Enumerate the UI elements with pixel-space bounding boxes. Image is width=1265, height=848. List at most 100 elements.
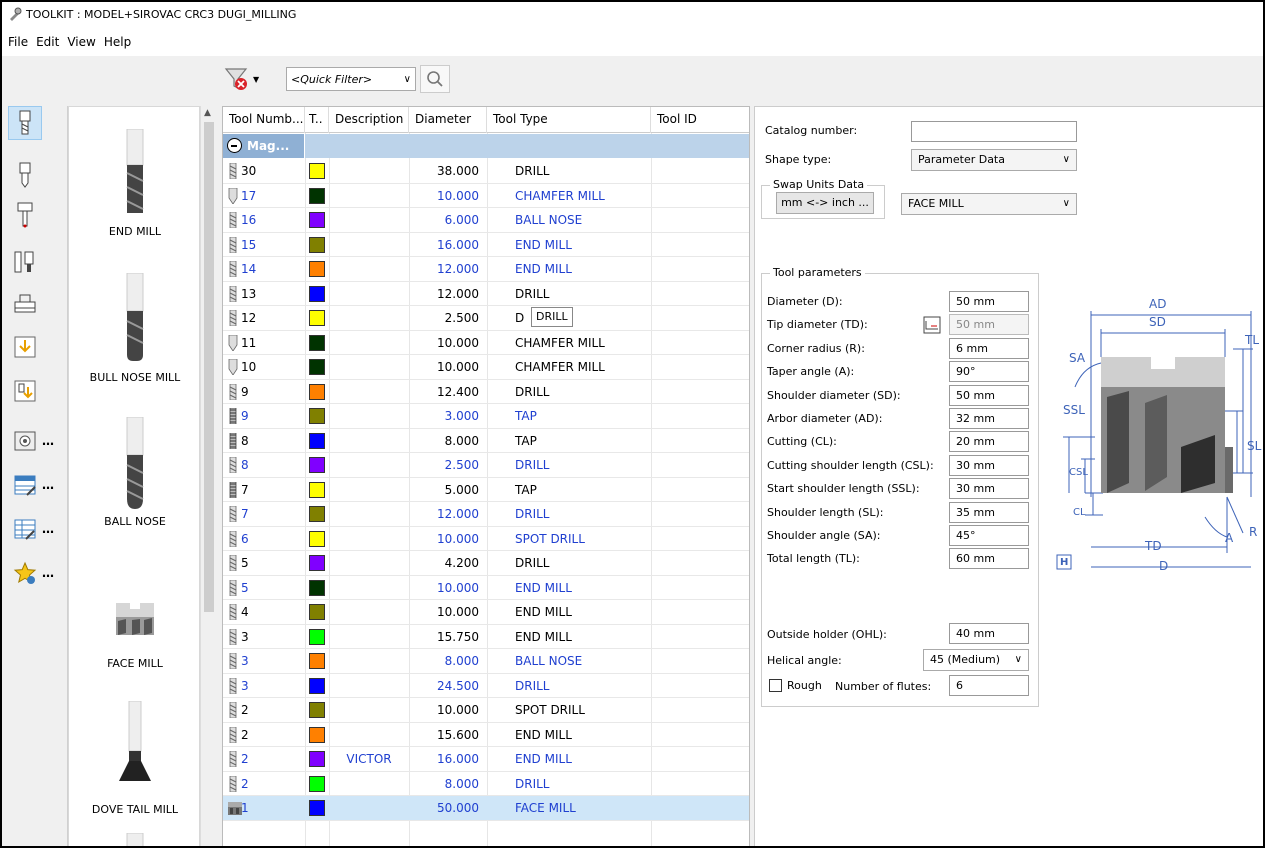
diameter-cell: 2.500 — [444, 311, 479, 325]
dove-tail-thumbnail[interactable] — [69, 700, 199, 788]
menu-edit[interactable]: Edit — [36, 35, 59, 49]
diameter-cell: 16.000 — [437, 237, 479, 252]
table-row[interactable]: 2 10.000 SPOT DRILL — [223, 698, 749, 723]
table-edit-button[interactable]: … — [12, 516, 54, 542]
scroll-thumb[interactable] — [204, 122, 214, 612]
drill-tool-icon — [227, 530, 239, 547]
table-row[interactable]: 9 12.400 DRILL — [223, 380, 749, 404]
table-row[interactable]: 7 5.000 TAP — [223, 478, 749, 502]
table-row[interactable]: 5 10.000 END MILL — [223, 576, 749, 600]
category-tap-button[interactable] — [12, 202, 38, 228]
menu-view[interactable]: View — [67, 35, 95, 49]
column-header-description[interactable]: Description — [329, 107, 409, 133]
table-row[interactable]: 3 24.500 DRILL — [223, 674, 749, 698]
favorites-button[interactable]: … — [12, 560, 54, 586]
table-row[interactable]: 14 12.000 END MILL — [223, 257, 749, 282]
chevron-down-icon: ∨ — [1062, 154, 1070, 165]
table-row[interactable]: 1 50.000 FACE MILL — [223, 796, 749, 821]
swap-units-button[interactable]: mm <-> inch ... — [776, 192, 874, 214]
table-row[interactable]: 30 38.000 DRILL — [223, 159, 749, 184]
helical-angle-select[interactable]: 45 (Medium) ∨ — [923, 649, 1029, 671]
table-row[interactable]: 15 16.000 END MILL — [223, 233, 749, 257]
parameter-input[interactable]: 50 mm — [949, 384, 1029, 406]
table-row[interactable]: 2 15.600 END MILL — [223, 723, 749, 747]
shape-type-select[interactable]: Parameter Data ∨ — [911, 149, 1077, 171]
table-row[interactable]: 16 6.000 BALL NOSE — [223, 208, 749, 233]
category-assembly-button[interactable] — [12, 290, 38, 316]
clear-filter-button[interactable]: ▼ — [224, 66, 264, 92]
table-row[interactable]: 11 10.000 CHAMFER MILL — [223, 331, 749, 355]
tool-type-cell: DRILL — [515, 776, 550, 791]
menu-file[interactable]: File — [8, 35, 28, 49]
outside-holder-input[interactable]: 40 mm — [949, 623, 1029, 644]
table-row[interactable]: 10 10.000 CHAMFER MILL — [223, 355, 749, 380]
category-mill-button[interactable] — [8, 106, 42, 140]
column-header-tool-type[interactable]: Tool Type — [487, 107, 651, 133]
column-header-tool-id[interactable]: Tool ID — [651, 107, 749, 133]
tool-number-cell: 1 — [223, 796, 305, 820]
table-row[interactable]: 6 10.000 SPOT DRILL — [223, 527, 749, 551]
tool-number-cell: 3 — [223, 625, 305, 649]
table-row[interactable]: 9 3.000 TAP — [223, 404, 749, 429]
table-row[interactable]: 4 10.000 END MILL — [223, 600, 749, 625]
drill-tool-icon — [227, 383, 239, 400]
table-row[interactable]: 8 2.500 DRILL — [223, 453, 749, 478]
parameter-input[interactable]: 50 mm — [949, 291, 1029, 312]
column-header-diameter[interactable]: Diameter — [409, 107, 487, 133]
table-row[interactable]: 17 10.000 CHAMFER MILL — [223, 184, 749, 208]
face-mill-thumbnail[interactable] — [69, 603, 199, 642]
next-shape-thumbnail[interactable] — [69, 832, 199, 846]
parameter-input[interactable]: 32 mm — [949, 408, 1029, 429]
import-tool-button[interactable] — [12, 334, 38, 360]
parameter-input[interactable]: 20 mm — [949, 431, 1029, 453]
parameter-input[interactable]: 90° — [949, 361, 1029, 383]
category-holder-button[interactable] — [12, 250, 38, 276]
group-label[interactable]: Mag... — [223, 134, 305, 158]
parameter-input[interactable]: 45° — [949, 525, 1029, 546]
holder-toggle-icon[interactable]: H — [1060, 557, 1068, 568]
magazine-group-row[interactable]: Mag... — [223, 134, 749, 158]
column-header-tool-number[interactable]: Tool Numb... — [223, 107, 305, 133]
tip-diameter-toggle-icon[interactable] — [923, 316, 941, 337]
table-row[interactable]: 3 15.750 END MILL — [223, 625, 749, 649]
parameter-input[interactable]: 35 mm — [949, 501, 1029, 523]
search-button[interactable] — [420, 65, 450, 93]
description-cell — [329, 453, 409, 477]
parameter-input[interactable]: 30 mm — [949, 478, 1029, 500]
tool-type-select[interactable]: FACE MILL ∨ — [901, 193, 1077, 215]
parameter-input[interactable]: 50 mm — [949, 314, 1029, 336]
shape-list-scrollbar[interactable]: ▲ — [200, 106, 216, 846]
table-row[interactable]: 5 4.200 DRILL — [223, 551, 749, 576]
catalog-number-input[interactable] — [911, 121, 1077, 142]
table-row[interactable]: 3 8.000 BALL NOSE — [223, 649, 749, 674]
quick-filter-select[interactable]: <Quick Filter> ∨ — [286, 67, 416, 91]
table-row[interactable]: 7 12.000 DRILL — [223, 502, 749, 527]
table-row[interactable]: 8 8.000 TAP — [223, 429, 749, 453]
table-row[interactable]: 2 8.000 DRILL — [223, 772, 749, 796]
tool-color-cell — [305, 355, 329, 379]
description-cell — [329, 698, 409, 722]
tool-number-cell: 4 — [223, 600, 305, 624]
menu-help[interactable]: Help — [104, 35, 131, 49]
scroll-up-icon[interactable]: ▲ — [204, 108, 211, 118]
diameter-cell: 10.000 — [437, 703, 479, 717]
category-drill-button[interactable] — [12, 162, 38, 188]
bull-nose-thumbnail[interactable] — [69, 272, 199, 366]
rough-checkbox[interactable] — [769, 679, 782, 692]
diameter-cell: 8.000 — [444, 654, 479, 668]
table-row[interactable]: 12 2.500 D — [223, 306, 749, 331]
parameter-input[interactable]: 30 mm — [949, 454, 1029, 476]
number-of-flutes-input[interactable]: 6 — [949, 675, 1029, 696]
edit-library-button[interactable]: … — [12, 472, 54, 498]
collapse-group-icon[interactable] — [227, 138, 242, 153]
machine-settings-button[interactable]: … — [12, 428, 54, 454]
parameter-input[interactable]: 6 mm — [949, 337, 1029, 359]
end-mill-thumbnail[interactable] — [69, 128, 199, 220]
table-row[interactable]: 13 12.000 DRILL — [223, 282, 749, 306]
tool-number-cell: 13 — [223, 282, 305, 306]
column-header-tool-color[interactable]: T.. — [305, 107, 329, 133]
ball-nose-thumbnail[interactable] — [69, 416, 199, 512]
parameter-input[interactable]: 60 mm — [949, 548, 1029, 570]
import-holder-button[interactable] — [12, 378, 38, 404]
table-row[interactable]: 2 VICTOR 16.000 END MILL — [223, 747, 749, 772]
